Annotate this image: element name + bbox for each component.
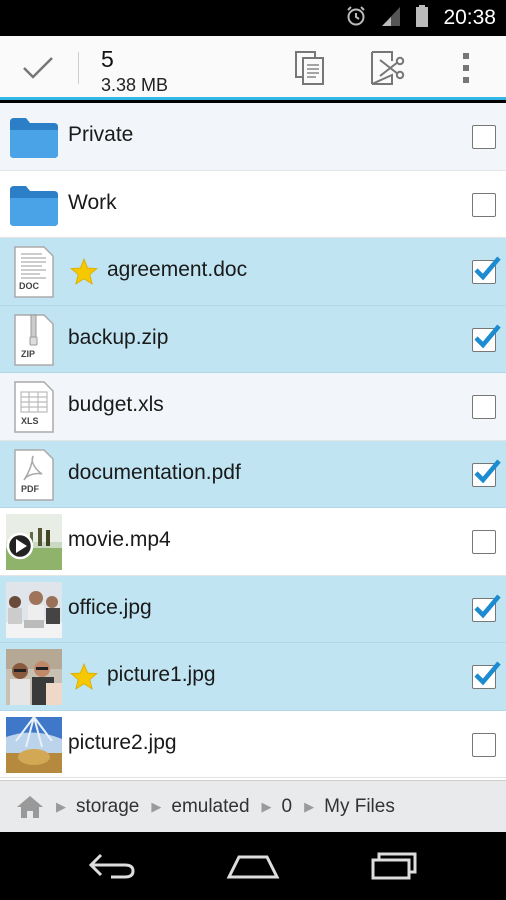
file-list[interactable]: Private Work DOC agreement.doc ZIP backu… [0, 103, 506, 780]
image-thumbnail [6, 716, 62, 773]
crumb-separator-icon: ▶ [151, 798, 162, 814]
signal-icon [381, 5, 401, 32]
pdf-file-icon: PDF [6, 447, 62, 503]
file-type-badge: DOC [19, 281, 39, 291]
selected-count: 5 [101, 46, 114, 72]
back-icon [88, 853, 135, 879]
copy-button[interactable] [286, 44, 334, 92]
crumb-separator-icon: ▶ [261, 798, 272, 814]
star-icon [70, 258, 98, 285]
file-name: Work [68, 190, 117, 214]
select-checkbox[interactable] [472, 661, 501, 689]
selection-action-bar: 5 3.38 MB [0, 36, 506, 100]
home-crumb[interactable] [8, 781, 52, 833]
crumb-storage[interactable]: storage [76, 796, 139, 818]
select-checkbox[interactable] [472, 732, 496, 757]
folder-icon [6, 177, 62, 233]
list-item[interactable]: XLS budget.xls [0, 373, 506, 441]
overflow-menu-icon [463, 53, 469, 83]
file-type-badge: XLS [21, 416, 39, 426]
select-checkbox[interactable] [472, 530, 496, 554]
crumb-separator-icon: ▶ [56, 798, 66, 814]
checkmark-icon [474, 661, 501, 686]
checkmark-icon [474, 459, 501, 483]
select-checkbox[interactable] [472, 395, 496, 419]
cut-icon [371, 51, 405, 85]
system-navigation-bar [0, 832, 506, 900]
star-icon [70, 663, 98, 690]
file-name: office.jpg [68, 595, 152, 619]
home-nav-button[interactable] [217, 846, 289, 886]
list-item[interactable]: PDF documentation.pdf [0, 440, 506, 508]
back-button[interactable] [76, 846, 148, 886]
checkmark-icon [474, 324, 501, 348]
clock-time: 20:38 [443, 6, 496, 29]
list-item[interactable]: Private [0, 103, 506, 171]
list-item[interactable]: picture2.jpg [0, 710, 506, 778]
doc-file-icon: DOC [6, 244, 62, 300]
image-thumbnail [6, 581, 62, 638]
image-thumbnail [6, 649, 62, 705]
done-check-icon [23, 57, 53, 79]
file-name: budget.xls [68, 393, 164, 416]
crumb-separator-icon: ▶ [304, 798, 315, 814]
zip-file-icon: ZIP [6, 312, 62, 368]
file-name: backup.zip [68, 325, 169, 349]
select-checkbox[interactable] [472, 459, 501, 487]
list-item[interactable]: office.jpg [0, 575, 506, 643]
overflow-menu-button[interactable] [442, 44, 490, 92]
list-item[interactable]: ZIP backup.zip [0, 305, 506, 373]
checkmark-icon [474, 256, 501, 281]
home-icon [17, 795, 43, 818]
file-type-badge: PDF [21, 483, 39, 494]
recents-button[interactable] [358, 846, 430, 886]
file-name: agreement.doc [107, 258, 248, 281]
folder-icon [6, 109, 62, 165]
file-name: picture2.jpg [68, 730, 177, 754]
file-type-badge: ZIP [21, 348, 36, 359]
crumb-my-files[interactable]: My Files [324, 796, 395, 818]
video-thumbnail [6, 514, 62, 570]
select-checkbox[interactable] [472, 256, 501, 284]
recents-icon [371, 852, 417, 880]
action-bar-divider [78, 52, 79, 84]
file-name: Private [68, 123, 134, 146]
select-checkbox[interactable] [472, 192, 496, 217]
battery-icon [415, 4, 429, 33]
crumb-0[interactable]: 0 [282, 796, 293, 818]
alarm-icon [345, 5, 367, 32]
home-icon [226, 855, 280, 879]
cut-button[interactable] [363, 44, 411, 92]
file-name: picture1.jpg [107, 663, 216, 686]
status-bar: 20:38 [0, 0, 506, 36]
list-item[interactable]: DOC agreement.doc [0, 238, 506, 306]
crumb-emulated[interactable]: emulated [171, 796, 249, 818]
file-name: movie.mp4 [68, 528, 171, 551]
done-button[interactable] [0, 36, 76, 100]
file-name: documentation.pdf [68, 460, 241, 484]
select-checkbox[interactable] [472, 594, 501, 622]
checkmark-icon [474, 594, 501, 618]
list-item[interactable]: picture1.jpg [0, 643, 506, 711]
copy-icon [295, 51, 324, 85]
select-checkbox[interactable] [472, 125, 496, 149]
breadcrumb: ▶ storage ▶ emulated ▶ 0 ▶ My Files [0, 780, 506, 832]
list-item[interactable]: movie.mp4 [0, 508, 506, 576]
list-item[interactable]: Work [0, 170, 506, 238]
selected-size: 3.38 MB [101, 75, 169, 95]
select-checkbox[interactable] [472, 324, 501, 352]
xls-file-icon: XLS [6, 379, 62, 435]
